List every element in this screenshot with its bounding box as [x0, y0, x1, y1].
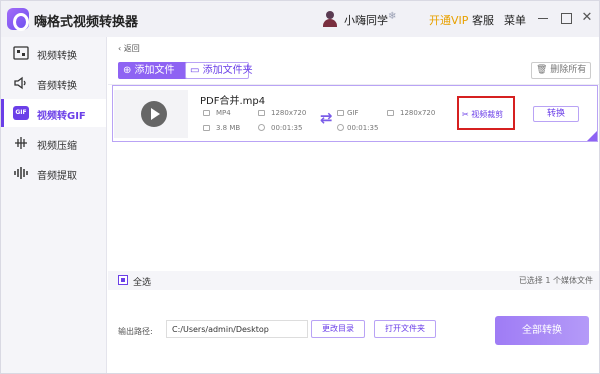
- file-row[interactable]: PDF合并.mp4 MP4 1280x720 3.8 MB 00:01:35 ⇄…: [112, 85, 598, 142]
- app-window: 嗨格式视频转换器 小嗨同学 ❄ 开通VIP 客服 菜单 ✕ 视频转换 音频转换 …: [0, 0, 600, 374]
- delete-all-button[interactable]: 🗑 删除所有: [531, 62, 591, 79]
- avatar-head: [326, 11, 334, 19]
- sidebar-item-video-compress[interactable]: 视频压缩: [1, 129, 106, 157]
- folder-size-icon: [203, 125, 210, 131]
- sidebar-item-label: 视频压缩: [37, 141, 77, 152]
- target-resolution[interactable]: 1280x720: [400, 109, 435, 117]
- sidebar-item-video-convert[interactable]: 视频转换: [1, 39, 106, 67]
- minimize-icon[interactable]: [535, 10, 551, 26]
- target-resolution-icon: [387, 110, 394, 116]
- target-format-icon: [337, 110, 344, 116]
- clock-icon: [258, 124, 265, 131]
- app-logo-icon: [7, 8, 29, 31]
- compress-icon: [15, 137, 27, 149]
- close-icon[interactable]: ✕: [579, 10, 595, 26]
- sidebar-item-label: 音频转换: [37, 81, 77, 92]
- output-path-label: 输出路径:: [118, 327, 153, 336]
- add-folder-button[interactable]: ▭ 添加文件夹: [185, 62, 253, 79]
- source-format: MP4: [216, 109, 231, 117]
- convert-button[interactable]: 转换: [533, 106, 579, 122]
- user-avatar[interactable]: [323, 11, 337, 27]
- sidebar-item-video-to-gif[interactable]: GIF 视频转GIF: [1, 99, 106, 127]
- target-clock-icon: [337, 124, 344, 131]
- video-thumbnail[interactable]: [114, 90, 188, 138]
- select-all-checkbox[interactable]: [118, 275, 128, 285]
- selected-count: 已选择 1 个媒体文件: [518, 276, 593, 285]
- app-title: 嗨格式视频转换器: [34, 15, 139, 30]
- back-link[interactable]: ‹ 返回: [118, 43, 140, 54]
- convert-arrow-icon: ⇄: [320, 109, 333, 127]
- sidebar-item-label: 视频转GIF: [37, 111, 86, 122]
- sidebar-item-audio-convert[interactable]: 音频转换: [1, 69, 106, 97]
- sidebar: 视频转换 音频转换 GIF 视频转GIF 视频压缩 音频提取: [1, 37, 107, 373]
- change-directory-button[interactable]: 更改目录: [311, 320, 365, 338]
- title-bar: 嗨格式视频转换器 小嗨同学 ❄ 开通VIP 客服 菜单 ✕: [1, 1, 599, 37]
- sidebar-item-audio-extract[interactable]: 音频提取: [1, 159, 106, 187]
- main-panel: ‹ 返回 ⊕ 添加文件 ▭ 添加文件夹 🗑 删除所有 PDF合并.mp4 MP4…: [108, 37, 599, 373]
- sidebar-item-label: 音频提取: [37, 171, 77, 182]
- audio-wave-icon: [14, 167, 28, 179]
- select-all-label[interactable]: 全选: [133, 275, 151, 288]
- file-name: PDF合并.mp4: [200, 96, 266, 107]
- video-convert-icon: [13, 46, 29, 60]
- maximize-icon[interactable]: [558, 10, 574, 26]
- customer-service-button[interactable]: 客服: [472, 12, 494, 28]
- selection-bar: 全选 已选择 1 个媒体文件: [108, 271, 599, 290]
- open-folder-button[interactable]: 打开文件夹: [374, 320, 436, 338]
- target-format[interactable]: GIF: [347, 109, 359, 117]
- vip-button[interactable]: 开通VIP: [429, 12, 468, 28]
- source-resolution: 1280x720: [271, 109, 307, 117]
- source-size: 3.8 MB: [216, 124, 241, 132]
- menu-button[interactable]: 菜单: [504, 12, 526, 28]
- gif-icon: GIF: [13, 106, 29, 120]
- source-duration: 00:01:35: [271, 124, 303, 132]
- video-crop-button[interactable]: ✂ 视频裁剪: [462, 109, 503, 120]
- avatar-body: [323, 19, 337, 27]
- play-icon[interactable]: [141, 101, 167, 127]
- format-icon: [203, 110, 210, 116]
- output-path-field[interactable]: C:/Users/admin/Desktop: [166, 320, 308, 338]
- target-duration: 00:01:35: [347, 124, 379, 132]
- speaker-icon: [14, 76, 26, 90]
- sidebar-item-label: 视频转换: [37, 51, 77, 62]
- username[interactable]: 小嗨同学: [344, 12, 388, 28]
- snowflake-icon: ❄: [388, 11, 397, 22]
- add-file-button[interactable]: ⊕ 添加文件: [118, 62, 190, 79]
- resolution-icon: [258, 110, 265, 116]
- convert-all-button[interactable]: 全部转换: [495, 316, 589, 345]
